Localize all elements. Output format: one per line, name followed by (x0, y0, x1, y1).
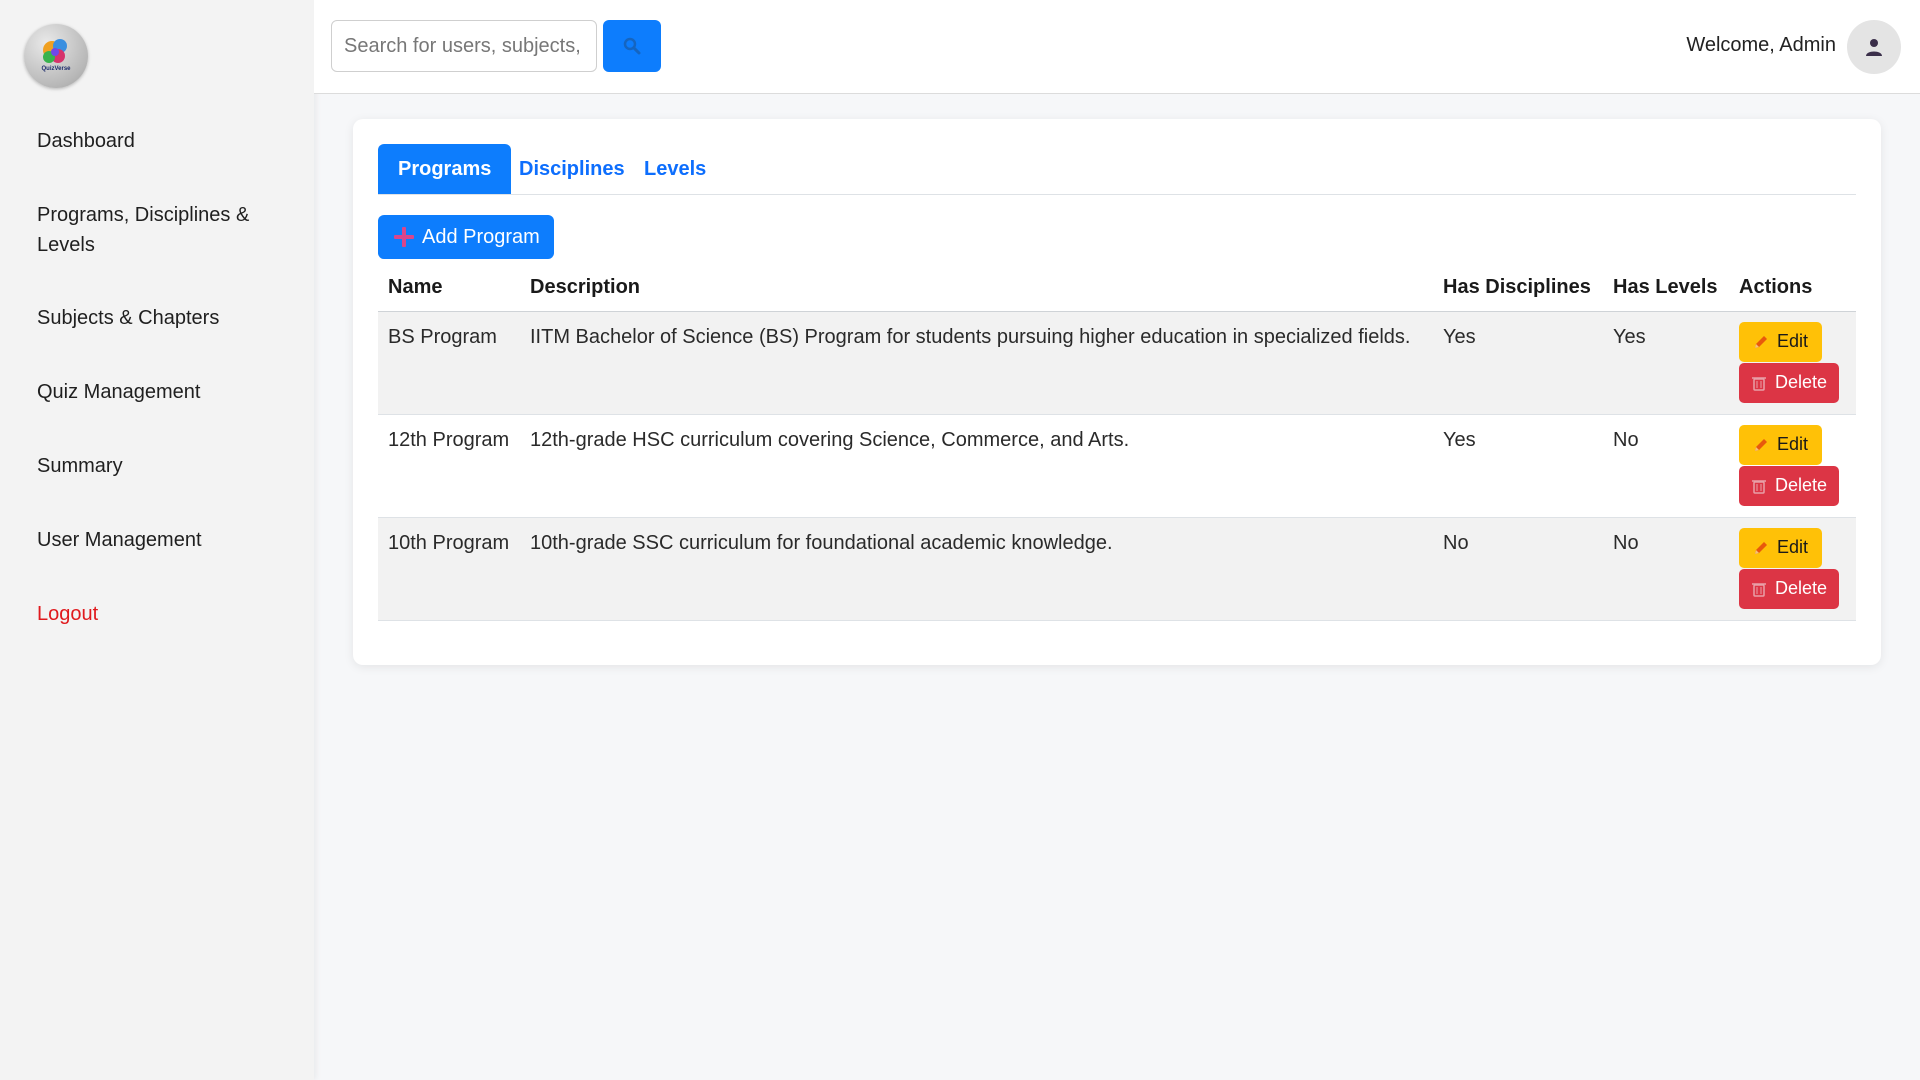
edit-button[interactable]: Edit (1739, 321, 1823, 362)
sidebar-item-summary[interactable]: Summary (0, 451, 160, 481)
cell-has-disciplines: No (1433, 517, 1603, 621)
edit-button[interactable]: Edit (1739, 527, 1823, 568)
header-has-levels: Has Levels (1603, 265, 1729, 312)
search-icon (623, 37, 641, 55)
trash-icon (1752, 376, 1766, 391)
header-has-disciplines: Has Disciplines (1433, 265, 1603, 312)
sidebar: QuizVerse Dashboard Programs, Discipline… (0, 0, 314, 1080)
tabs-divider (378, 194, 1856, 195)
table-row: 10th Program 10th-grade SSC curriculum f… (378, 517, 1856, 621)
table-row: BS Program IITM Bachelor of Science (BS)… (378, 311, 1856, 415)
welcome-text: Welcome, Admin (1686, 34, 1836, 56)
delete-label: Delete (1775, 475, 1828, 495)
pencil-icon (1755, 438, 1767, 451)
sidebar-item-user-management[interactable]: User Management (0, 525, 239, 555)
edit-label: Edit (1777, 331, 1809, 351)
app-logo[interactable]: QuizVerse (24, 24, 88, 88)
cell-description: IITM Bachelor of Science (BS) Program fo… (520, 311, 1433, 415)
table-header-row: Name Description Has Disciplines Has Lev… (378, 265, 1856, 312)
delete-button[interactable]: Delete (1739, 465, 1840, 506)
header-description: Description (520, 265, 1433, 312)
tab-disciplines[interactable]: Disciplines (499, 144, 645, 194)
sidebar-item-quiz-management[interactable]: Quiz Management (0, 377, 237, 407)
logo-text: QuizVerse (41, 66, 71, 72)
delete-label: Delete (1775, 372, 1828, 392)
tab-programs[interactable]: Programs (378, 144, 512, 194)
plus-icon (394, 227, 414, 247)
sidebar-item-dashboard[interactable]: Dashboard (0, 126, 172, 156)
sidebar-item-logout[interactable]: Logout (0, 599, 135, 629)
top-header: Welcome, Admin (314, 0, 1920, 94)
cell-actions: Edit Delete (1729, 414, 1856, 518)
sidebar-item-subjects[interactable]: Subjects & Chapters (0, 303, 256, 333)
edit-button[interactable]: Edit (1739, 424, 1823, 465)
pencil-icon (1755, 541, 1767, 554)
cell-actions: Edit Delete (1729, 517, 1856, 621)
cell-has-levels: Yes (1603, 311, 1729, 415)
trash-icon (1752, 582, 1766, 597)
search-button[interactable] (603, 20, 661, 72)
search-input[interactable] (331, 20, 597, 72)
programs-card: Programs Disciplines Levels Add Program … (353, 119, 1881, 665)
delete-button[interactable]: Delete (1739, 568, 1840, 609)
logo-icon (43, 39, 67, 63)
add-program-button[interactable]: Add Program (378, 215, 554, 259)
edit-label: Edit (1777, 537, 1809, 557)
header-name: Name (378, 265, 520, 312)
cell-name: 10th Program (378, 517, 520, 621)
cell-has-levels: No (1603, 517, 1729, 621)
cell-actions: Edit Delete (1729, 311, 1856, 415)
avatar[interactable] (1847, 20, 1901, 74)
pencil-icon (1755, 335, 1767, 348)
delete-button[interactable]: Delete (1739, 362, 1840, 403)
add-program-label: Add Program (422, 225, 540, 248)
cell-name: BS Program (378, 311, 520, 415)
delete-label: Delete (1775, 578, 1828, 598)
cell-description: 10th-grade SSC curriculum for foundation… (520, 517, 1433, 621)
tab-levels[interactable]: Levels (624, 144, 726, 194)
cell-name: 12th Program (378, 414, 520, 518)
cell-has-disciplines: Yes (1433, 311, 1603, 415)
trash-icon (1752, 479, 1766, 494)
cell-has-levels: No (1603, 414, 1729, 518)
sidebar-item-programs[interactable]: Programs, Disciplines & Levels (0, 200, 300, 260)
user-icon (1866, 39, 1882, 56)
edit-label: Edit (1777, 434, 1809, 454)
cell-description: 12th-grade HSC curriculum covering Scien… (520, 414, 1433, 518)
cell-has-disciplines: Yes (1433, 414, 1603, 518)
header-actions: Actions (1729, 265, 1856, 312)
table-row: 12th Program 12th-grade HSC curriculum c… (378, 414, 1856, 518)
programs-table: Name Description Has Disciplines Has Lev… (378, 265, 1856, 621)
